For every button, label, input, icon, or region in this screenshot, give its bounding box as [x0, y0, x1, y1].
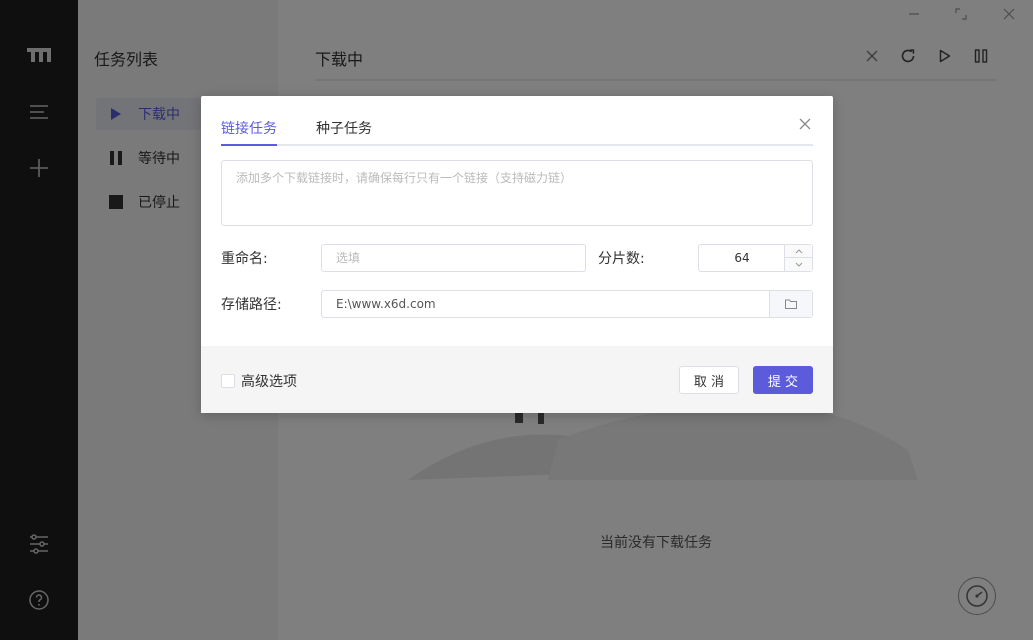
active-tab-indicator [221, 144, 277, 146]
split-value[interactable]: 64 [699, 245, 785, 271]
split-label: 分片数: [598, 251, 645, 267]
dialog-close-icon[interactable] [797, 116, 813, 132]
advanced-checkbox[interactable] [221, 374, 235, 388]
chevron-down-icon[interactable] [785, 258, 813, 271]
folder-icon[interactable] [769, 291, 812, 317]
tab-torrent-task[interactable]: 种子任务 [316, 118, 372, 138]
split-stepper[interactable]: 64 [698, 244, 813, 272]
stepper-arrows [784, 245, 813, 271]
tab-link-task[interactable]: 链接任务 [221, 118, 277, 138]
path-input[interactable]: E:\www.x6d.com [321, 290, 813, 318]
cancel-button[interactable]: 取 消 [679, 366, 739, 394]
rename-label: 重命名: [221, 251, 268, 267]
path-label: 存储路径: [221, 297, 282, 313]
chevron-up-icon[interactable] [785, 245, 813, 258]
dialog-footer: 高级选项 取 消 提 交 [201, 346, 833, 413]
path-value: E:\www.x6d.com [336, 297, 436, 311]
url-textarea[interactable]: 添加多个下载链接时，请确保每行只有一个链接（支持磁力链） [221, 160, 813, 226]
dialog-tabs: 链接任务 种子任务 [221, 114, 813, 146]
add-task-dialog: 链接任务 种子任务 添加多个下载链接时，请确保每行只有一个链接（支持磁力链） 重… [201, 96, 833, 413]
rename-input[interactable]: 选填 [321, 244, 586, 272]
advanced-option[interactable]: 高级选项 [221, 371, 297, 391]
advanced-label: 高级选项 [241, 374, 297, 390]
submit-button[interactable]: 提 交 [753, 366, 813, 394]
